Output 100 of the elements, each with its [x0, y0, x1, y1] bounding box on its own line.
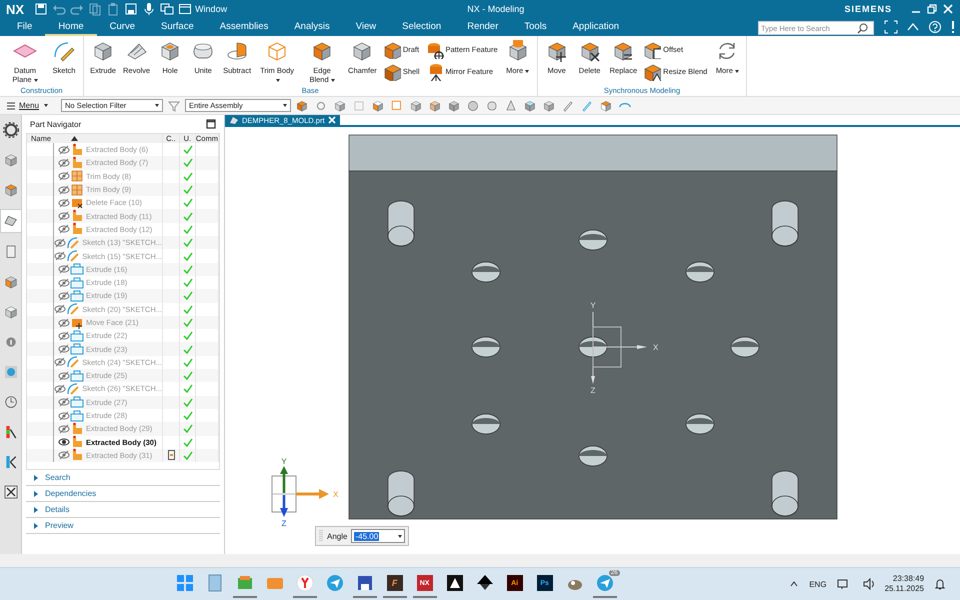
alert-icon[interactable]: [950, 20, 956, 34]
windows-icon[interactable]: [160, 2, 174, 16]
ribbon-tab[interactable]: View: [342, 18, 390, 36]
hidden-eye-icon[interactable]: [58, 224, 70, 234]
axis-label: X: [333, 490, 338, 499]
taskbar-app[interactable]: F: [382, 570, 407, 598]
bell-icon[interactable]: [934, 578, 946, 590]
save-icon[interactable]: [124, 2, 138, 16]
eye-icon[interactable]: [58, 437, 70, 448]
hidden-eye-icon[interactable]: [58, 198, 70, 208]
part-icon: [2, 274, 18, 290]
sphere-icon[interactable]: [466, 98, 480, 112]
cube-icon[interactable]: [371, 98, 386, 112]
ribbon-tab[interactable]: Selection: [389, 18, 454, 36]
hidden-eye-icon[interactable]: [58, 370, 70, 381]
resource-tab[interactable]: [0, 119, 20, 141]
paper-plane-icon: [594, 573, 615, 593]
window-menu[interactable]: Window: [178, 2, 228, 16]
section-header[interactable]: Preview: [26, 518, 220, 534]
fullscreen-icon[interactable]: [884, 20, 898, 34]
cube-icon[interactable]: [295, 98, 310, 112]
sketch-icon: [66, 249, 80, 264]
trim-body-icon: [70, 182, 84, 197]
language-indicator[interactable]: ENG: [809, 580, 827, 588]
hidden-eye-icon[interactable]: [54, 304, 66, 314]
windows-logo-icon: [174, 573, 195, 593]
axis-label: Z: [282, 519, 286, 528]
cube-icon[interactable]: [447, 98, 462, 112]
ribbon-tab[interactable]: Surface: [148, 18, 207, 36]
hidden-eye-icon[interactable]: [54, 357, 66, 368]
hidden-eye-icon[interactable]: [58, 397, 70, 408]
extrude-icon: [70, 395, 84, 410]
angle-field[interactable]: -45.00: [351, 529, 406, 543]
microphone-icon[interactable]: [142, 2, 156, 16]
menu-button[interactable]: Menu: [6, 100, 48, 110]
ribbon-tab[interactable]: Application: [560, 18, 632, 36]
hidden-eye-icon[interactable]: [58, 330, 70, 341]
cube-icon[interactable]: [523, 98, 538, 112]
hidden-eye-icon[interactable]: [58, 410, 70, 421]
sketch-icon: [66, 302, 80, 316]
ribbon-tab[interactable]: Assemblies: [206, 18, 282, 36]
network-icon[interactable]: [836, 578, 849, 590]
axis-label: X: [653, 343, 658, 352]
chevron-up-icon[interactable]: [789, 579, 800, 589]
ribbon-tab[interactable]: Render: [454, 18, 512, 36]
sort-ascending-icon: [71, 136, 78, 141]
close-icon[interactable]: [328, 116, 336, 124]
clock-icon: [2, 394, 18, 410]
hidden-eye-icon[interactable]: [58, 278, 70, 288]
cube-icon[interactable]: [428, 98, 442, 112]
window-title: NX - Modeling: [466, 4, 526, 14]
clock[interactable]: 23:38:49 25.11.2025: [884, 574, 924, 594]
paste-icon[interactable]: [106, 2, 120, 16]
resource-tab[interactable]: [0, 209, 22, 233]
extrude-icon: [70, 276, 84, 290]
section-header[interactable]: Search: [26, 470, 220, 486]
hidden-eye-icon[interactable]: [54, 238, 66, 248]
help-icon[interactable]: [928, 20, 942, 34]
cube-icon[interactable]: [409, 98, 424, 112]
search-icon[interactable]: [857, 22, 868, 34]
pencil-icon[interactable]: [561, 98, 576, 112]
maximize-icon[interactable]: [206, 119, 216, 129]
copy-icon[interactable]: [88, 2, 102, 16]
extrude-icon: [70, 368, 84, 383]
ribbon-tab[interactable]: Curve: [96, 18, 148, 36]
hidden-eye-icon[interactable]: [58, 211, 70, 222]
ribbon-tab[interactable]: File: [4, 18, 46, 36]
ribbon-tab[interactable]: Tools: [511, 18, 560, 36]
redo-icon[interactable]: [70, 2, 84, 16]
cube-icon[interactable]: [599, 98, 614, 112]
funnel-icon[interactable]: [167, 98, 182, 112]
part-icon: [2, 213, 18, 229]
hidden-eye-icon[interactable]: [58, 450, 70, 460]
cube-icon[interactable]: [542, 98, 556, 112]
sketch-icon: [66, 355, 80, 370]
extrude-icon: [70, 288, 84, 303]
trim-body-icon: [70, 169, 84, 184]
extracted-body-icon: [70, 435, 84, 450]
save-icon[interactable]: [34, 2, 48, 16]
cylinder-icon[interactable]: [485, 98, 500, 112]
hidden-eye-icon[interactable]: [58, 158, 70, 168]
hidden-eye-icon[interactable]: [58, 344, 70, 354]
drag-handle-icon[interactable]: [319, 529, 323, 543]
hidden-eye-icon[interactable]: [58, 144, 70, 155]
hidden-eye-icon[interactable]: [58, 318, 70, 328]
hidden-eye-icon[interactable]: [58, 264, 70, 274]
section-header[interactable]: Dependencies: [26, 486, 220, 502]
hidden-eye-icon[interactable]: [58, 184, 70, 195]
hidden-eye-icon[interactable]: [58, 171, 70, 182]
speaker-icon[interactable]: [862, 578, 875, 590]
hidden-eye-icon[interactable]: [54, 384, 66, 394]
close-icon[interactable]: [942, 3, 954, 15]
restore-icon[interactable]: [926, 3, 938, 15]
extrude-icon: [70, 342, 84, 356]
hidden-eye-icon[interactable]: [54, 251, 66, 262]
hidden-eye-icon[interactable]: [58, 424, 70, 434]
hidden-eye-icon[interactable]: [58, 290, 70, 301]
ribbon-tab[interactable]: Analysis: [281, 18, 343, 36]
section-header[interactable]: Details: [26, 502, 220, 518]
view-triad-drawing: [272, 466, 329, 517]
